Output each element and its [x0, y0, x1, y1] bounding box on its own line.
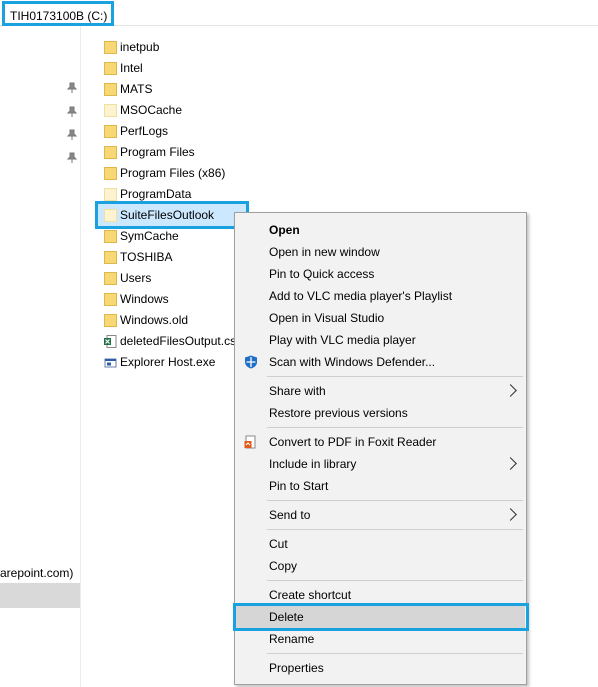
folder-icon	[104, 41, 117, 54]
menu-item-open-visual-studio[interactable]: Open in Visual Studio	[236, 307, 525, 329]
file-name: MSOCache	[120, 103, 183, 117]
list-item[interactable]: Program Files (x86)	[96, 163, 396, 184]
menu-item-pin-quick-access[interactable]: Pin to Quick access	[236, 263, 525, 285]
menu-item-properties[interactable]: Properties	[236, 657, 525, 679]
file-name: PerfLogs	[120, 124, 169, 138]
folder-icon	[104, 146, 117, 159]
menu-item-open[interactable]: Open	[236, 219, 525, 241]
nav-item-selected[interactable]	[0, 583, 80, 608]
menu-item-pin-start[interactable]: Pin to Start	[236, 475, 525, 497]
foxit-pdf-icon	[244, 435, 256, 449]
file-name: SuiteFilesOutlook	[120, 208, 215, 222]
file-name: ProgramData	[120, 187, 192, 201]
menu-label: Send to	[269, 508, 311, 522]
file-name: inetpub	[120, 40, 160, 54]
delete-highlight	[233, 603, 529, 631]
pin-icon[interactable]	[66, 82, 78, 94]
file-name: Program Files	[120, 145, 195, 159]
file-name: TOSHIBA	[120, 250, 173, 264]
nav-item-sharepoint[interactable]: arepoint.com)	[0, 566, 73, 580]
menu-label: Properties	[269, 661, 324, 675]
menu-label: Pin to Quick access	[269, 267, 375, 281]
menu-label: Share with	[269, 384, 326, 398]
list-item[interactable]: MATS	[96, 79, 396, 100]
windows-defender-icon	[245, 355, 257, 369]
list-item[interactable]: Intel	[96, 58, 396, 79]
menu-label: Copy	[269, 559, 298, 573]
menu-label: Add to VLC media player's Playlist	[269, 289, 453, 303]
menu-item-include-library[interactable]: Include in library	[236, 453, 525, 475]
address-bar[interactable]: TIH0173100B (C:)	[0, 0, 598, 26]
chevron-right-icon	[504, 457, 517, 470]
menu-label: Play with VLC media player	[269, 333, 416, 347]
menu-item-share-with[interactable]: Share with	[236, 380, 525, 402]
file-name: SymCache	[120, 229, 179, 243]
folder-icon	[104, 293, 117, 306]
list-item[interactable]: inetpub	[96, 37, 396, 58]
file-name: Windows	[120, 292, 169, 306]
list-item[interactable]: MSOCache	[96, 100, 396, 121]
folder-icon	[104, 209, 117, 222]
folder-icon	[104, 167, 117, 180]
pin-icon[interactable]	[66, 106, 78, 118]
file-name: MATS	[120, 82, 153, 96]
file-name: Windows.old	[120, 313, 189, 327]
folder-icon	[104, 104, 117, 117]
file-name: deletedFilesOutput.cs	[120, 334, 237, 348]
folder-icon	[104, 62, 117, 75]
menu-item-copy[interactable]: Copy	[236, 555, 525, 577]
excel-file-icon	[104, 335, 117, 348]
menu-label: Open	[269, 223, 300, 237]
menu-separator	[267, 376, 523, 377]
menu-separator	[267, 653, 523, 654]
pin-icon[interactable]	[66, 129, 78, 141]
menu-separator	[267, 580, 523, 581]
folder-icon	[104, 188, 117, 201]
menu-label: Convert to PDF in Foxit Reader	[269, 435, 437, 449]
folder-icon	[104, 125, 117, 138]
folder-icon	[104, 251, 117, 264]
file-name: Users	[120, 271, 152, 285]
menu-item-add-vlc-playlist[interactable]: Add to VLC media player's Playlist	[236, 285, 525, 307]
menu-label: Include in library	[269, 457, 357, 471]
menu-label: Restore previous versions	[269, 406, 408, 420]
menu-label: Cut	[269, 537, 288, 551]
menu-label: Pin to Start	[269, 479, 329, 493]
folder-icon	[104, 272, 117, 285]
list-item[interactable]: Program Files	[96, 142, 396, 163]
exe-file-icon	[104, 358, 117, 368]
drive-label[interactable]: TIH0173100B (C:)	[2, 1, 114, 26]
menu-item-play-vlc[interactable]: Play with VLC media player	[236, 329, 525, 351]
file-name: Explorer Host.exe	[120, 355, 216, 369]
menu-label: Open in Visual Studio	[269, 311, 385, 325]
menu-item-rename[interactable]: Rename	[236, 628, 525, 650]
pin-icon[interactable]	[66, 152, 78, 164]
folder-icon	[104, 83, 117, 96]
menu-label: Open in new window	[269, 245, 380, 259]
menu-item-scan-defender[interactable]: Scan with Windows Defender...	[236, 351, 525, 373]
menu-separator	[267, 529, 523, 530]
menu-separator	[267, 500, 523, 501]
menu-label: Rename	[269, 632, 315, 646]
menu-item-restore-versions[interactable]: Restore previous versions	[236, 402, 525, 424]
menu-separator	[267, 427, 523, 428]
list-item[interactable]: PerfLogs	[96, 121, 396, 142]
chevron-right-icon	[504, 384, 517, 397]
list-item[interactable]: ProgramData	[96, 184, 396, 205]
folder-icon	[104, 314, 117, 327]
menu-item-send-to[interactable]: Send to	[236, 504, 525, 526]
menu-item-open-new-window[interactable]: Open in new window	[236, 241, 525, 263]
file-name: Program Files (x86)	[120, 166, 226, 180]
file-name: Intel	[120, 61, 143, 75]
folder-icon	[104, 230, 117, 243]
menu-label: Scan with Windows Defender...	[269, 355, 436, 369]
navigation-pane: arepoint.com)	[0, 26, 81, 687]
chevron-right-icon	[504, 508, 517, 521]
menu-item-convert-pdf[interactable]: Convert to PDF in Foxit Reader	[236, 431, 525, 453]
menu-item-cut[interactable]: Cut	[236, 533, 525, 555]
